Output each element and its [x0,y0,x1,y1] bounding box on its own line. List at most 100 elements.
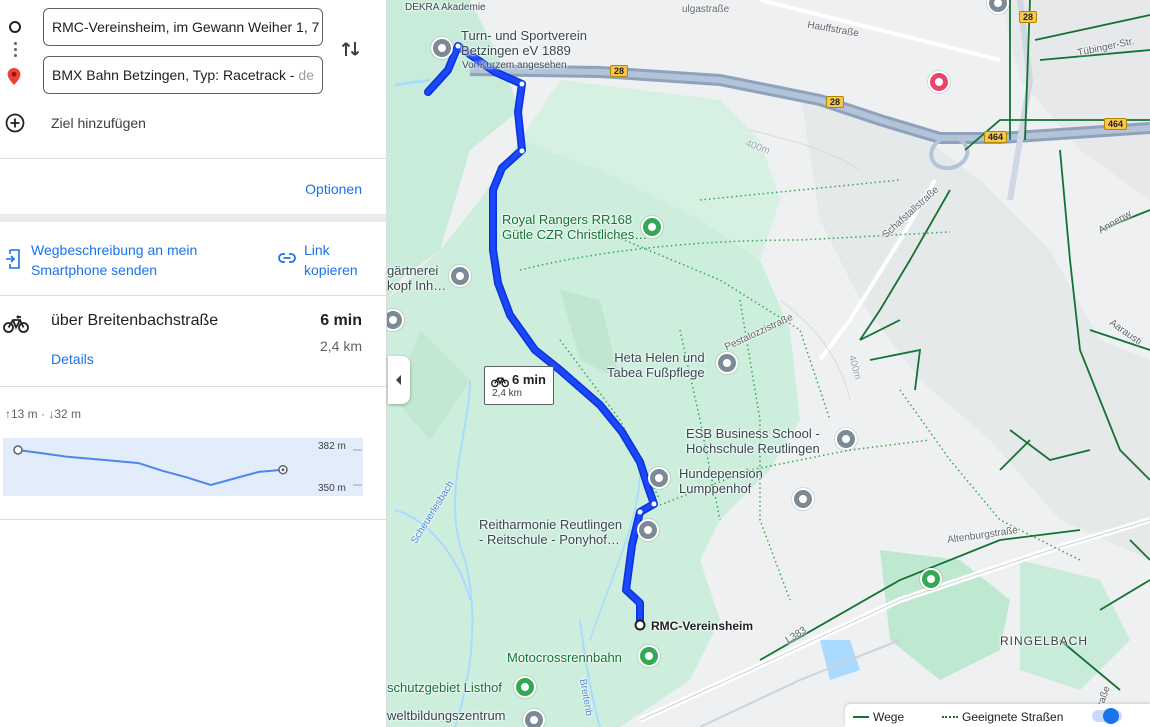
poi-dot-icon [927,575,935,583]
bubble-distance: 2,4 km [492,388,523,399]
poi-dot-icon [723,359,731,367]
map-layers [387,0,1150,727]
copy-link-button[interactable]: Link kopieren [304,240,374,280]
options-button[interactable]: Optionen [305,181,362,197]
map-label-gaertnerei[interactable]: gärtnerei kopf Inh… [387,263,446,293]
poi-dot-icon [648,223,656,231]
route-via-label[interactable]: über Breitenbachstraße [51,312,218,330]
origin-field[interactable]: RMC-Vereinsheim, im Gewann Weiher 1, 7 [43,8,323,46]
poi-dot-icon [645,652,653,660]
dotted-road-swatch-icon [942,716,958,718]
send-to-phone-line2: Smartphone senden [31,262,158,278]
elevation-chart-background [3,438,363,496]
divider [0,295,386,296]
bicycle-icon [3,315,29,333]
map-label-dekra[interactable]: DEKRA Akademie [405,0,486,15]
route-shield-b464: 464 [984,131,1008,143]
min-elevation-label: 350 m [318,483,346,494]
label-line: Reitharmonie Reutlingen [479,517,623,532]
tree-icon[interactable] [514,676,536,698]
motocross-icon[interactable] [638,645,660,667]
label-line: Heta Helen und [614,350,705,365]
map-label-rmc-vereinsheim[interactable]: RMC-Vereinsheim [651,619,753,634]
origin-value: RMC-Vereinsheim, im Gewann Weiher 1, 7 [52,19,320,35]
send-to-phone-icon[interactable] [5,249,21,269]
poi-dot-icon [644,526,652,534]
road [759,0,1001,62]
route-info-bubble[interactable]: 6 min 2,4 km [484,366,554,405]
route-shield-b28: 28 [1019,11,1038,23]
add-destination-icon[interactable] [5,113,25,133]
poi-pin-icon[interactable] [431,37,453,59]
label-line: gärtnerei [387,263,439,278]
bicycle-icon [491,377,509,388]
send-to-phone-line1: Wegbeschreibung an mein [31,242,198,258]
poi-pin-icon[interactable] [648,467,670,489]
poi-pin-icon[interactable] [716,352,738,374]
map-label-heta[interactable]: Heta Helen und Tabea Fußpflege [607,350,705,380]
map-label-esb[interactable]: ESB Business School - Hochschule Reutlin… [686,426,820,456]
link-icon[interactable] [278,251,296,265]
label-line: Hochschule Reutlingen [686,441,820,456]
directions-panel: RMC-Vereinsheim, im Gewann Weiher 1, 7 B… [0,0,387,727]
elevation-end-dot [281,468,285,472]
ascent-value: 13 m [11,407,38,421]
elevation-start-marker [13,445,23,455]
route-details-button[interactable]: Details [51,351,94,367]
pond [820,640,860,680]
dot-icon [14,54,17,57]
destination-field[interactable]: BMX Bahn Betzingen, Typ: Racetrack - de [43,56,323,94]
map-canvas[interactable]: 28 28 28 464 464 DEKRA Akademie Turn- un… [387,0,1150,727]
copy-link-line1: Link [304,242,330,258]
label-line: Royal Rangers RR168 [502,212,633,227]
label-line: Turn- und Sportverein [461,28,587,43]
map-label-street: ulgastraße [682,4,730,15]
map-label-reitharmonie[interactable]: Reitharmonie Reutlingen - Reitschule - P… [479,517,622,547]
elevation-summary: ↑13 m · ↓32 m [5,407,81,421]
label-line: ESB Business School - [686,426,820,441]
start-marker[interactable] [634,619,646,631]
school-icon[interactable] [835,428,857,450]
map-label-motocross[interactable]: Motocrossrennbahn [507,650,622,665]
section-divider [0,214,386,222]
poi-dot-icon [456,272,464,280]
route-turn-dot [519,148,525,154]
destination-pin-icon [7,68,21,85]
collapse-panel-button[interactable] [388,356,410,404]
add-destination-label[interactable]: Ziel hinzufügen [51,115,146,131]
map-label-sports-club[interactable]: Turn- und Sportverein Betzingen eV 1889 [461,28,587,58]
swap-direction-icon[interactable] [340,38,362,60]
poi-dot-icon [655,474,663,482]
chevron-left-icon [396,375,401,385]
descent-value: 32 m [54,407,82,421]
poi-dot-icon [389,316,397,324]
label-line: Betzingen eV 1889 [461,43,571,58]
label-line: - Reitschule - Ponyhof… [479,532,620,547]
route-turn-dot [455,43,461,49]
sports-icon[interactable] [920,568,942,590]
map-label-ringelbach: RINGELBACH [1000,634,1089,648]
map-label-schutzgebiet[interactable]: schutzgebiet Listhof [387,680,502,695]
school-icon[interactable] [523,709,545,727]
maps-app: RMC-Vereinsheim, im Gewann Weiher 1, 7 B… [0,0,1150,727]
poi-dot-icon [842,435,850,443]
label-line: Lumppenhof [679,481,752,496]
map-label-royal-rangers[interactable]: Royal Rangers RR168 Gütle CZR Christlich… [502,212,647,242]
poi-pin-icon[interactable] [637,519,659,541]
label-line: Hundepension [679,466,763,481]
send-to-phone-button[interactable]: Wegbeschreibung an mein Smartphone sende… [31,240,241,280]
poi-pin-icon[interactable] [449,265,471,287]
poi-dot-icon [935,78,943,86]
museum-icon[interactable] [928,71,950,93]
route-shield-b28: 28 [826,96,845,108]
max-elevation-label: 382 m [318,441,346,452]
legend-suitable-roads: Geeignete Straßen [962,710,1064,724]
toggle-knob[interactable] [1103,708,1119,724]
school-icon[interactable] [792,488,814,510]
map-label-hundepension[interactable]: Hundepension Lumppenhof [679,466,763,496]
poi-dot-icon [994,0,1002,7]
map-label-weltbildungszentrum[interactable]: weltbildungszentrum [387,708,506,723]
origin-circle-icon [9,21,21,33]
flower-icon[interactable] [641,216,663,238]
destination-value-faded: de [298,67,314,83]
